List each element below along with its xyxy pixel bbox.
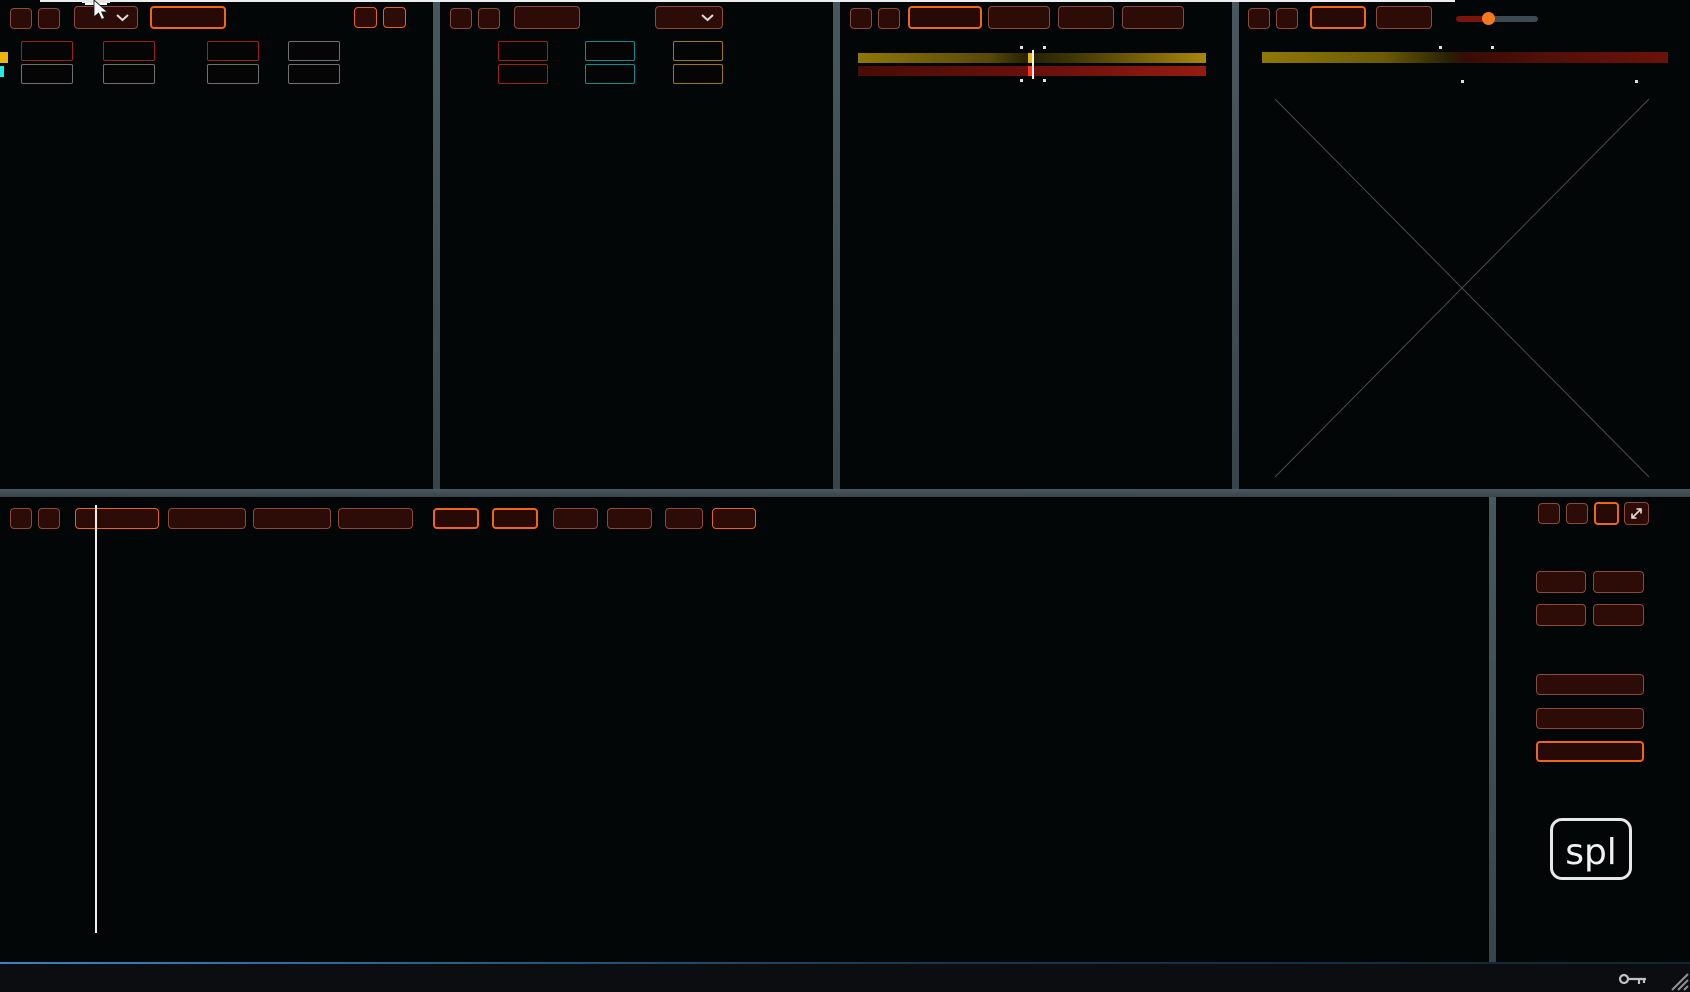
dbtp-side — [288, 64, 340, 84]
loudness-freeze-button[interactable] — [478, 8, 500, 29]
correlation-marker — [0, 66, 4, 77]
isp-hold-l — [21, 41, 73, 61]
invert-tab[interactable] — [1122, 6, 1184, 29]
crosshair-hline — [40, 0, 1455, 2]
ml-lufs — [585, 64, 635, 84]
divider — [833, 0, 840, 489]
gonio-freeze-button[interactable] — [1276, 8, 1298, 29]
key-icon[interactable] — [1618, 972, 1648, 986]
spl-logo: spl — [1550, 818, 1632, 880]
dc-dot — [1043, 79, 1046, 82]
dc-center-line — [1032, 50, 1034, 79]
gonio-reset-button[interactable] — [1248, 8, 1270, 29]
level-histogram — [330, 90, 440, 470]
loudness-reset-button[interactable] — [450, 8, 472, 29]
divider — [0, 489, 1690, 497]
divider — [1232, 0, 1239, 489]
il-lufs — [498, 64, 548, 84]
collapse-view-button[interactable] — [1624, 502, 1649, 525]
bandpass-button[interactable] — [1536, 674, 1644, 695]
solo-side-button[interactable] — [1593, 604, 1644, 626]
pmr-lu — [585, 41, 635, 61]
sl-lufs — [673, 64, 723, 84]
bits-freeze-button[interactable] — [878, 8, 900, 29]
depth-tab[interactable] — [1058, 6, 1114, 29]
bit-raster — [845, 148, 1235, 318]
spectrum-plot[interactable] — [40, 505, 1455, 935]
hawkeye-window: spl — [0, 0, 1690, 992]
plr-lu — [498, 41, 548, 61]
solo-left-button[interactable] — [1536, 571, 1586, 593]
levels-right-button[interactable] — [383, 7, 406, 28]
bits-reset-button[interactable] — [850, 8, 872, 29]
resize-grip[interactable] — [1666, 964, 1690, 992]
chevron-down-icon — [116, 14, 129, 22]
balance-marker — [0, 52, 8, 63]
levels-rms-mode-button[interactable] — [150, 6, 226, 29]
hold-time-slider-thumb[interactable] — [1482, 12, 1495, 25]
gonio-lin-tab[interactable] — [1310, 6, 1366, 29]
transpose-button[interactable] — [1536, 708, 1644, 729]
lu-target-dropdown[interactable] — [655, 6, 723, 29]
side-l-button[interactable] — [1594, 502, 1619, 525]
diagonal-arrows-icon — [1629, 506, 1644, 521]
monitor-button[interactable] — [1536, 741, 1644, 762]
psr-lu — [673, 41, 723, 61]
isp-hold-mid — [207, 41, 259, 61]
dc-dot — [1043, 46, 1046, 49]
correlation-bar — [1262, 66, 1668, 77]
dbtp-l — [21, 64, 73, 84]
corr-dot — [1635, 80, 1638, 83]
status-bar — [0, 962, 1690, 992]
timeline-button[interactable] — [514, 6, 580, 29]
status-bar-accent — [0, 962, 1690, 964]
divider — [433, 0, 440, 489]
crosshair-vline — [95, 505, 97, 933]
goniometer-scatter — [1441, 220, 1483, 356]
levels-reset-button[interactable] — [10, 8, 32, 29]
balance-bar — [1262, 52, 1668, 63]
hold-time-slider[interactable] — [1456, 16, 1538, 22]
distrib-tab[interactable] — [988, 6, 1050, 29]
levels-freeze-button[interactable] — [38, 8, 60, 29]
fft-reset-button[interactable] — [10, 508, 32, 529]
dc-dot — [1020, 46, 1023, 49]
dbtp-hold-value — [288, 41, 340, 61]
dc-dot — [1020, 79, 1023, 82]
mouse-cursor — [94, 0, 110, 22]
chevron-down-icon — [701, 14, 714, 22]
dbtp-mid — [207, 64, 259, 84]
balance-dot — [1491, 46, 1494, 49]
spl-logo-text: spl — [1553, 821, 1629, 877]
solo-mid-button[interactable] — [1536, 604, 1586, 626]
corr-dot — [1461, 80, 1464, 83]
side-reset-button[interactable] — [1538, 503, 1560, 524]
gonio-log-tab[interactable] — [1376, 6, 1432, 29]
pattern-tab[interactable] — [908, 6, 982, 29]
isp-hold-r — [103, 41, 155, 61]
svg-text:spl: spl — [1565, 832, 1617, 873]
balance-dot — [1439, 46, 1442, 49]
plugin-alliance-icon[interactable] — [40, 968, 96, 986]
dbtp-r — [103, 64, 155, 84]
side-freeze-button[interactable] — [1566, 503, 1588, 524]
lra-histogram — [740, 110, 830, 465]
solo-right-button[interactable] — [1593, 571, 1644, 593]
levels-left-button[interactable] — [354, 7, 377, 28]
divider — [1489, 497, 1496, 962]
